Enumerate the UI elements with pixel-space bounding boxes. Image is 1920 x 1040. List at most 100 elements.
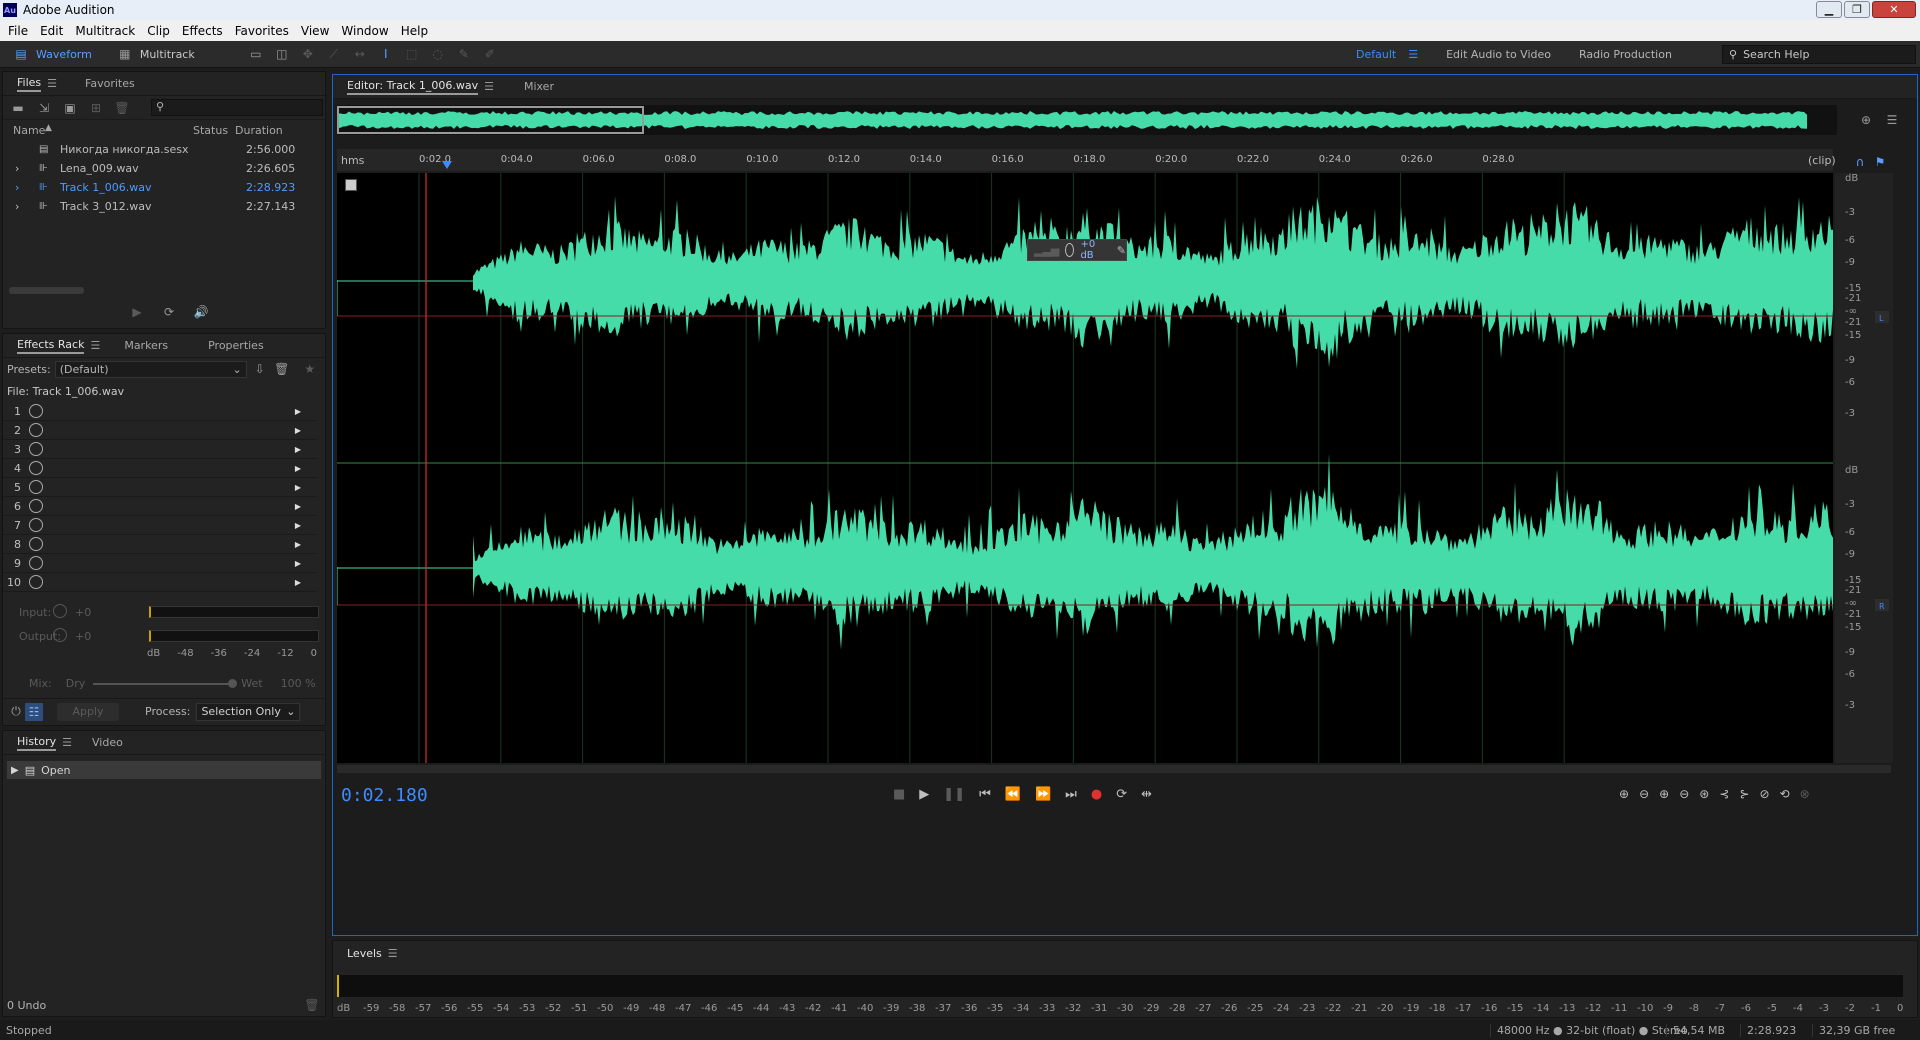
time-ruler[interactable]: hms 0:02.0 0:04.0 0:06.0 0:08.0 0:10.0 0:12.0… (337, 149, 1836, 171)
spot-healing-icon[interactable]: ✐ (481, 45, 499, 63)
horizontal-scrollbar[interactable] (337, 765, 1891, 773)
menu-edit[interactable]: Edit (34, 24, 69, 38)
power-icon[interactable] (29, 556, 43, 570)
zoom-channel-icon[interactable]: ⊗ (1800, 787, 1810, 801)
gain-knob[interactable] (1065, 243, 1075, 257)
maximize-button[interactable]: ❐ (1844, 1, 1870, 18)
tab-files[interactable]: Files ☰ (9, 72, 65, 96)
file-row[interactable]: › ⊪ Track 1_006.wav 2:28.923 (3, 178, 325, 197)
tab-history[interactable]: History ☰ (9, 731, 80, 755)
razor-tool-icon[interactable]: ⟋ (325, 45, 343, 63)
effect-slot[interactable]: 5 ▶ (3, 478, 317, 497)
effect-slot[interactable]: 10 ▶ (3, 573, 317, 592)
file-row[interactable]: ▤ Никогда никогда.sesx 2:56.000 (3, 140, 325, 159)
tab-properties[interactable]: Properties (200, 334, 272, 358)
menu-view[interactable]: View (295, 24, 335, 38)
workspace-radio-production[interactable]: Radio Production (1579, 48, 1672, 61)
menu-effects[interactable]: Effects (176, 24, 229, 38)
power-icon[interactable]: ⏻ (7, 703, 25, 721)
save-preset-icon[interactable]: ⇩ (251, 360, 269, 378)
search-help-field[interactable]: ⚲ Search Help (1722, 45, 1916, 64)
file-row[interactable]: › ⊪ Lena_009.wav 2:26.605 (3, 159, 325, 178)
slot-menu-arrow-icon[interactable]: ▶ (295, 445, 301, 454)
expand-arrow-icon[interactable]: › (15, 181, 19, 194)
channel-label[interactable]: L (1879, 314, 1884, 323)
power-icon[interactable] (29, 537, 43, 551)
slot-menu-arrow-icon[interactable]: ▶ (295, 426, 301, 435)
col-status[interactable]: Status (193, 124, 228, 137)
tab-levels[interactable]: Levels ☰ (339, 941, 406, 965)
insert-multitrack-icon[interactable]: ⊞ (87, 99, 105, 117)
time-selection-tool-icon[interactable]: I (377, 45, 395, 63)
slot-menu-arrow-icon[interactable]: ▶ (295, 578, 301, 587)
file-row[interactable]: › ⊪ Track 3_012.wav 2:27.143 (3, 197, 325, 216)
loop-button[interactable]: ⟳ (1116, 787, 1127, 802)
play-preview-icon[interactable]: ▶ (128, 303, 146, 321)
new-file-icon[interactable]: ▣ (61, 99, 79, 117)
channel-label[interactable]: R (1879, 602, 1885, 611)
power-icon[interactable] (29, 442, 43, 456)
slot-menu-arrow-icon[interactable]: ▶ (295, 483, 301, 492)
brush-tool-icon[interactable]: ✎ (455, 45, 473, 63)
menu-clip[interactable]: Clip (141, 24, 176, 38)
power-icon[interactable] (29, 461, 43, 475)
panel-menu-icon[interactable]: ☰ (47, 77, 57, 90)
snap-icon[interactable]: ∩ (1851, 153, 1869, 171)
stop-button[interactable]: ■ (893, 787, 905, 802)
spectral-pitch-icon[interactable]: ◫ (273, 45, 291, 63)
zoom-out-point-icon[interactable]: ⊱ (1739, 787, 1749, 801)
panel-menu-icon[interactable]: ☰ (484, 80, 494, 93)
zoom-in-time-icon[interactable]: ⊕ (1659, 787, 1669, 801)
delete-preset-icon[interactable]: 🗑 (273, 360, 291, 378)
marquee-tool-icon[interactable]: ⬚ (403, 45, 421, 63)
zoom-in-point-icon[interactable]: ⊰ (1719, 787, 1729, 801)
multitrack-view-button[interactable]: ▦ Multitrack (104, 43, 207, 65)
zoom-out-amplitude-icon[interactable]: ⊖ (1639, 787, 1649, 801)
marker-icon[interactable]: ⚑ (1871, 153, 1889, 171)
amplitude-ruler[interactable]: dB-3-6-9-15-21-∞-21-15-9-6-3dB-3-6-9-15-… (1835, 173, 1893, 763)
col-duration[interactable]: Duration (235, 124, 283, 137)
apply-button[interactable]: Apply (57, 702, 119, 721)
history-item[interactable]: ▶ ▤ Open (7, 761, 321, 779)
effect-slot[interactable]: 9 ▶ (3, 554, 317, 573)
slip-tool-icon[interactable]: ↔ (351, 45, 369, 63)
presets-dropdown[interactable]: (Default) ⌄ (54, 360, 247, 378)
move-tool-icon[interactable]: ✥ (299, 45, 317, 63)
slot-menu-arrow-icon[interactable]: ▶ (295, 521, 301, 530)
fast-forward-button[interactable]: ⏩ (1035, 787, 1051, 802)
workspace-edit-audio-to-video[interactable]: Edit Audio to Video (1446, 48, 1551, 61)
pause-button[interactable]: ❚❚ (943, 787, 965, 802)
lasso-tool-icon[interactable]: ◌ (429, 45, 447, 63)
record-button[interactable]: ● (1091, 787, 1102, 802)
slot-menu-arrow-icon[interactable]: ▶ (295, 407, 301, 416)
previous-button[interactable]: ⏮ (979, 787, 991, 802)
zoom-reset-icon[interactable]: ⟲ (1780, 787, 1790, 801)
menu-favorites[interactable]: Favorites (229, 24, 295, 38)
skip-selection-button[interactable]: ⇹ (1141, 787, 1152, 802)
autoplay-icon[interactable]: 🔊 (192, 303, 210, 321)
overview-menu-icon[interactable]: ☰ (1883, 111, 1901, 129)
favorite-star-icon[interactable]: ★ (301, 360, 319, 378)
menu-window[interactable]: Window (335, 24, 394, 38)
slot-menu-arrow-icon[interactable]: ▶ (295, 559, 301, 568)
power-icon[interactable] (29, 404, 43, 418)
overview-waveform[interactable] (337, 105, 1837, 135)
power-icon[interactable] (29, 518, 43, 532)
power-icon[interactable] (29, 480, 43, 494)
effect-slot[interactable]: 3 ▶ (3, 440, 317, 459)
slot-menu-arrow-icon[interactable]: ▶ (295, 540, 301, 549)
power-icon[interactable] (29, 575, 43, 589)
expand-arrow-icon[interactable]: › (15, 162, 19, 175)
output-gain-knob[interactable] (53, 628, 67, 642)
delete-history-icon[interactable]: 🗑 (303, 996, 321, 1014)
mix-slider[interactable] (93, 678, 238, 688)
rewind-button[interactable]: ⏪ (1005, 787, 1021, 802)
menu-file[interactable]: File (2, 24, 34, 38)
spectral-frequency-icon[interactable]: ▭ (247, 45, 265, 63)
slot-menu-arrow-icon[interactable]: ▶ (295, 502, 301, 511)
pin-icon[interactable]: ✎ (1117, 244, 1126, 257)
fade-handle-icon[interactable] (345, 179, 357, 191)
power-icon[interactable] (29, 423, 43, 437)
waveform-view-button[interactable]: ▤ Waveform (0, 43, 104, 65)
open-file-icon[interactable]: ▬ (9, 99, 27, 117)
